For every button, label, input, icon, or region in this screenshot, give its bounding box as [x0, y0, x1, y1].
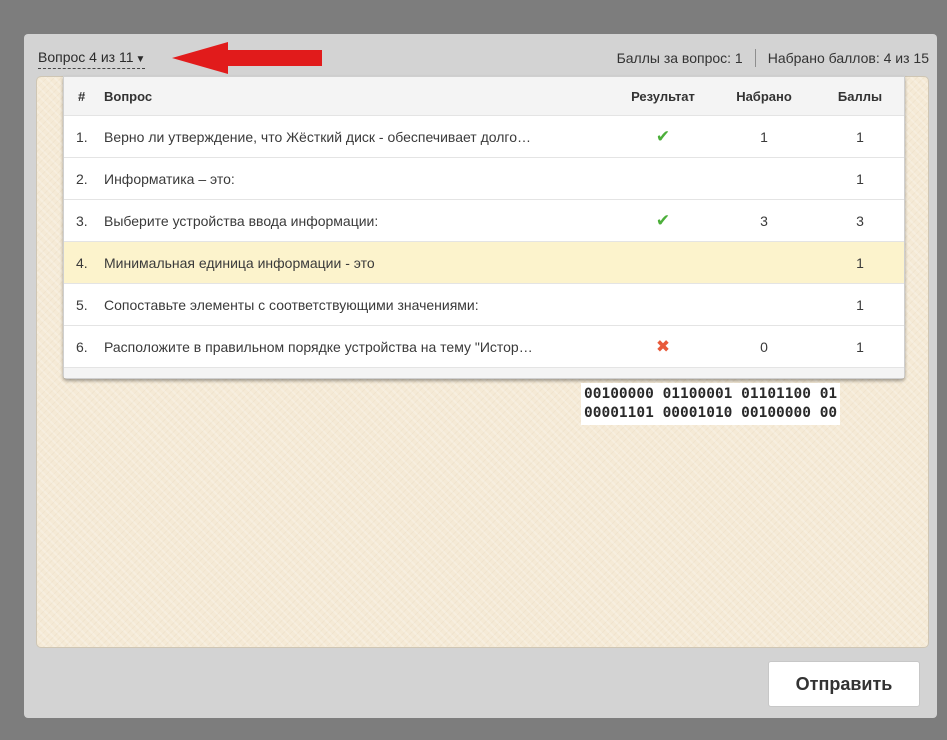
check-icon: ✔: [655, 126, 671, 146]
table-row[interactable]: 6. Расположите в правильном порядке устр…: [64, 326, 904, 368]
row-scored: [726, 158, 802, 199]
row-number: 1.: [76, 128, 88, 145]
points-info: Баллы за вопрос: 1 Набрано баллов: 4 из …: [617, 49, 929, 67]
row-scored: [726, 284, 802, 325]
submit-button[interactable]: Отправить: [768, 661, 920, 707]
row-result: [620, 284, 706, 325]
row-number: 3.: [76, 212, 88, 229]
table-row[interactable]: 2. Информатика – это: 1: [64, 158, 904, 200]
table-row[interactable]: 1. Верно ли утверждение, что Жёсткий дис…: [64, 116, 904, 158]
question-nav-dropdown[interactable]: Вопрос 4 из 11 ▼: [38, 49, 146, 69]
red-arrow-annotation-icon: [172, 42, 322, 74]
row-question-text: Сопоставьте элементы с соответствующими …: [104, 296, 479, 313]
divider: [754, 49, 756, 67]
row-points: 1: [856, 296, 864, 313]
table-row[interactable]: 3. Выберите устройства ввода информации:…: [64, 200, 904, 242]
binary-line: 00001101 00001010 00100000 00: [584, 405, 838, 421]
row-question-text: Верно ли утверждение, что Жёсткий диск -…: [104, 128, 531, 145]
col-points-header: Баллы: [837, 88, 883, 104]
table-footer: [64, 368, 904, 378]
table-row-current[interactable]: 4. Минимальная единица информации - это …: [64, 242, 904, 284]
row-scored: 0: [760, 338, 768, 355]
row-number: 5.: [76, 296, 88, 313]
row-result: [620, 158, 706, 199]
caret-down-icon: ▼: [135, 54, 146, 65]
col-number-header: #: [78, 88, 86, 104]
row-points: 1: [856, 170, 864, 187]
row-result: ✔: [620, 116, 706, 157]
row-result: [620, 242, 706, 283]
table-row[interactable]: 5. Сопоставьте элементы с соответствующи…: [64, 284, 904, 326]
row-number: 4.: [76, 254, 88, 271]
binary-line: 00100000 01100001 01101100 01: [584, 386, 838, 402]
col-scored-header: Набрано: [736, 88, 792, 104]
test-window: Вопрос 4 из 11 ▼ Баллы за вопрос: 1 Набра…: [24, 34, 937, 718]
row-result: ✔: [620, 200, 706, 241]
points-per-question: Баллы за вопрос: 1: [616, 50, 743, 66]
row-question-text: Минимальная единица информации - это: [104, 254, 375, 271]
table-header: # Вопрос Результат Набрано Баллы: [64, 77, 904, 116]
cross-icon: ✖: [655, 336, 671, 356]
row-question-text: Расположите в правильном порядке устройс…: [104, 338, 533, 355]
row-number: 2.: [76, 170, 88, 187]
check-icon: ✔: [655, 210, 671, 230]
row-points: 1: [856, 338, 864, 355]
row-number: 6.: [76, 338, 88, 355]
col-question-header: Вопрос: [104, 88, 153, 104]
row-points: 1: [856, 254, 864, 271]
row-points: 1: [856, 128, 864, 145]
col-result-header: Результат: [631, 88, 695, 104]
top-bar: Вопрос 4 из 11 ▼ Баллы за вопрос: 1 Набра…: [24, 34, 937, 76]
row-question-text: Выберите устройства ввода информации:: [104, 212, 379, 229]
content-area: # Вопрос Результат Набрано Баллы 1. Верн…: [36, 76, 929, 648]
question-nav-label: Вопрос 4 из 11: [38, 49, 134, 65]
row-points: 3: [856, 212, 864, 229]
row-scored: 1: [760, 128, 768, 145]
points-total: Набрано баллов: 4 из 15: [767, 50, 929, 66]
questions-table: # Вопрос Результат Набрано Баллы 1. Верн…: [63, 76, 905, 379]
binary-text-overlay: 00100000 01100001 01101100 01 00001101 0…: [581, 383, 841, 425]
row-result: ✖: [620, 326, 706, 367]
row-scored: 3: [760, 212, 768, 229]
row-question-text: Информатика – это:: [104, 170, 235, 187]
row-scored: [726, 242, 802, 283]
